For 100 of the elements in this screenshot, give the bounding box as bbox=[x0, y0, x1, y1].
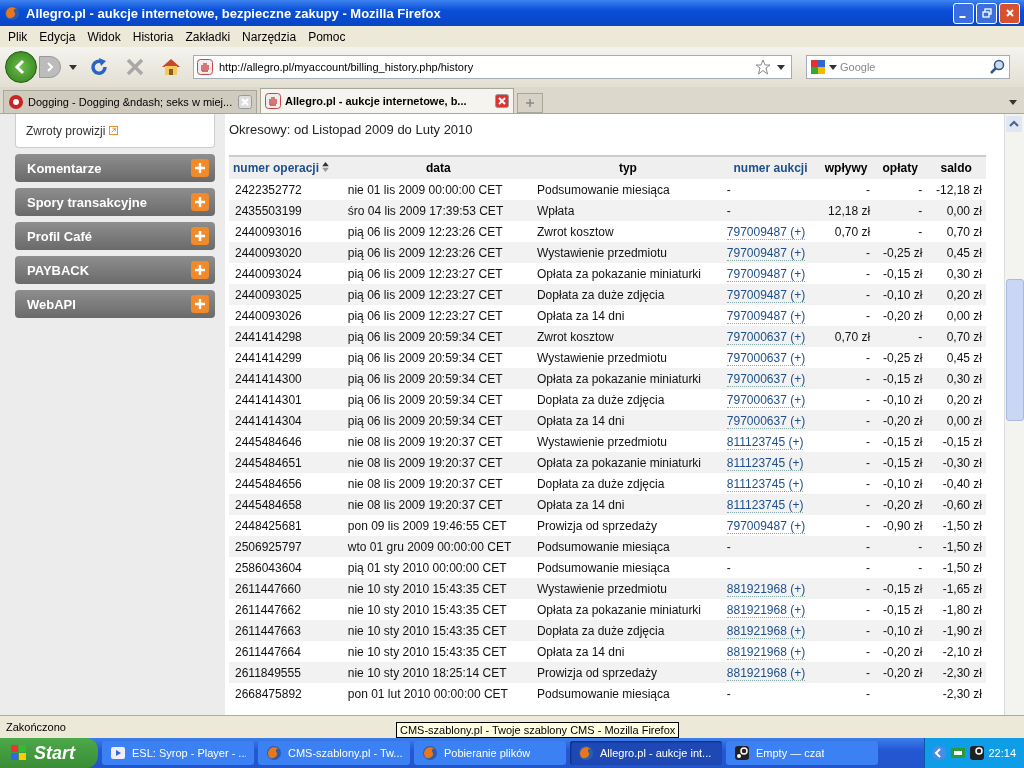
auction-link[interactable]: 797009487 (+) bbox=[726, 266, 806, 282]
dropdown-icon[interactable] bbox=[69, 64, 77, 70]
reload-icon[interactable] bbox=[88, 56, 110, 78]
sidebar-section[interactable]: PAYBACK bbox=[15, 256, 215, 284]
taskbar-button[interactable]: CMS-szablony.pl - Tw... bbox=[258, 741, 410, 765]
table-cell: - bbox=[918, 182, 923, 197]
table-cell: - bbox=[866, 350, 871, 365]
table-cell: 2440093025 bbox=[235, 287, 302, 302]
table-cell: pią 06 lis 2009 20:59:34 CET bbox=[347, 350, 503, 365]
plus-icon[interactable] bbox=[191, 295, 209, 313]
table-cell: - bbox=[866, 560, 871, 575]
table-cell: - bbox=[866, 392, 871, 407]
table-cell: 0,70 zł bbox=[834, 329, 871, 344]
auction-link[interactable]: 881921968 (+) bbox=[726, 602, 806, 618]
sidebar-link[interactable]: Zwroty prowizji bbox=[26, 123, 106, 138]
menu-item[interactable]: Edycja bbox=[33, 29, 82, 44]
table-cell: -1,90 zł bbox=[942, 623, 982, 638]
minimize-icon bbox=[958, 15, 966, 18]
back-button[interactable] bbox=[5, 51, 37, 83]
dropdown-icon[interactable] bbox=[829, 64, 837, 70]
sidebar-section[interactable]: Komentarze bbox=[15, 154, 215, 182]
table-cell: 2611447660 bbox=[235, 581, 301, 596]
sort-icon[interactable] bbox=[322, 162, 330, 172]
table-cell: nie 10 sty 2010 15:43:35 CET bbox=[347, 623, 507, 638]
table-cell: 0,00 zł bbox=[946, 413, 982, 428]
table-cell: 2445484646 bbox=[235, 434, 302, 449]
start-button[interactable]: Start bbox=[0, 738, 98, 768]
close-tab-icon[interactable] bbox=[238, 95, 252, 109]
auction-link[interactable]: 797009487 (+) bbox=[726, 518, 806, 534]
column-header[interactable]: numer aukcji bbox=[722, 156, 819, 179]
menu-item[interactable]: Zakładki bbox=[179, 29, 237, 44]
auction-link[interactable]: 797009487 (+) bbox=[726, 308, 806, 324]
table-cell: 0,30 zł bbox=[946, 266, 982, 281]
search-icon[interactable] bbox=[990, 59, 1006, 75]
column-header: opłaty bbox=[874, 156, 927, 179]
table-cell: Dopłata za duże zdjęcia bbox=[536, 623, 665, 638]
table-cell: Prowizja od sprzedaży bbox=[536, 518, 657, 533]
minimize-button[interactable] bbox=[953, 2, 974, 24]
table-cell: - bbox=[866, 455, 871, 470]
plus-icon[interactable] bbox=[191, 227, 209, 245]
taskbar-button[interactable]: Pobieranie plików bbox=[414, 741, 566, 765]
menu-item[interactable]: Pomoc bbox=[302, 29, 352, 44]
dropdown-icon[interactable] bbox=[777, 64, 785, 70]
auction-link[interactable]: 811123745 (+) bbox=[726, 434, 804, 450]
table-cell: -2,30 zł bbox=[942, 665, 982, 680]
table-cell: Opłata za 14 dni bbox=[536, 308, 625, 323]
taskbar-button[interactable]: ESL: Syrop - Player - ... bbox=[102, 741, 254, 765]
table-cell: Opłata za pokazanie miniaturki bbox=[536, 371, 702, 386]
plus-icon[interactable] bbox=[191, 159, 209, 177]
plus-icon[interactable] bbox=[191, 261, 209, 279]
auction-link[interactable]: 797009487 (+) bbox=[726, 224, 806, 240]
table-cell: nie 01 lis 2009 00:00:00 CET bbox=[347, 182, 503, 197]
menu-item[interactable]: Widok bbox=[81, 29, 127, 44]
arrow-left-icon[interactable] bbox=[931, 745, 948, 761]
column-header: typ bbox=[532, 156, 723, 179]
table-cell: -12,18 zł bbox=[935, 182, 982, 197]
scrollbar[interactable] bbox=[1004, 114, 1024, 715]
steam-icon[interactable] bbox=[969, 745, 986, 761]
auction-link[interactable]: 797000637 (+) bbox=[726, 392, 806, 408]
search-box[interactable]: Google bbox=[806, 55, 1010, 79]
tab-list-icon[interactable] bbox=[1009, 100, 1017, 105]
scroll-up-icon[interactable] bbox=[1006, 116, 1022, 132]
auction-link[interactable]: 811123745 (+) bbox=[726, 476, 804, 492]
table-cell: - bbox=[866, 434, 871, 449]
menu-item[interactable]: Plik bbox=[2, 29, 34, 44]
taskbar-button[interactable]: Empty — czat bbox=[726, 741, 878, 765]
search-field[interactable]: Google bbox=[840, 61, 987, 73]
forward-button[interactable] bbox=[39, 56, 61, 78]
auction-link[interactable]: 797000637 (+) bbox=[726, 350, 806, 366]
menu-item[interactable]: Historia bbox=[126, 29, 180, 44]
sidebar-section[interactable]: WebAPI bbox=[15, 290, 215, 318]
plus-icon[interactable] bbox=[191, 193, 209, 211]
table-cell: 0,20 zł bbox=[946, 392, 982, 407]
home-icon[interactable] bbox=[160, 56, 182, 78]
menu-item[interactable]: Narzędzia bbox=[236, 29, 303, 44]
table-cell: -0,15 zł bbox=[882, 371, 923, 386]
taskbar-button[interactable]: Allegro.pl - aukcje int... bbox=[570, 741, 722, 765]
google-icon[interactable] bbox=[810, 59, 826, 75]
table-cell: 2668475892 bbox=[235, 686, 302, 701]
table-cell: -0,60 zł bbox=[942, 497, 982, 512]
sidebar-section[interactable]: Profil Café bbox=[15, 222, 215, 250]
close-button[interactable] bbox=[999, 2, 1020, 24]
browser-tab[interactable]: Allegro.pl - aukcje internetowe, b... bbox=[260, 88, 514, 113]
table-cell: 2441414304 bbox=[235, 413, 302, 428]
window-title: Allegro.pl - aukcje internetowe, bezpieczne zakupy - Mozilla Firefox bbox=[26, 5, 442, 21]
table-cell: 0,45 zł bbox=[946, 245, 982, 260]
close-tab-icon[interactable] bbox=[495, 94, 509, 108]
sidebar-section[interactable]: Spory transakcyjne bbox=[15, 188, 215, 216]
star-icon[interactable] bbox=[755, 59, 771, 75]
table-cell: - bbox=[918, 560, 923, 575]
auction-link[interactable]: 881921968 (+) bbox=[726, 644, 806, 660]
column-header[interactable]: numer operacji bbox=[229, 156, 344, 179]
table-cell: - bbox=[918, 203, 923, 218]
network-icon[interactable] bbox=[950, 745, 967, 761]
scrollbar-thumb[interactable] bbox=[1006, 279, 1024, 421]
table-cell: -0,15 zł bbox=[882, 455, 923, 470]
address-field[interactable]: http://allegro.pl/myaccount/billing_history.php/history bbox=[193, 55, 792, 79]
table-cell: - bbox=[866, 245, 871, 260]
browser-tab[interactable]: Dogging - Dogging &ndash; seks w miej... bbox=[3, 90, 257, 113]
maximize-button[interactable] bbox=[976, 2, 997, 24]
